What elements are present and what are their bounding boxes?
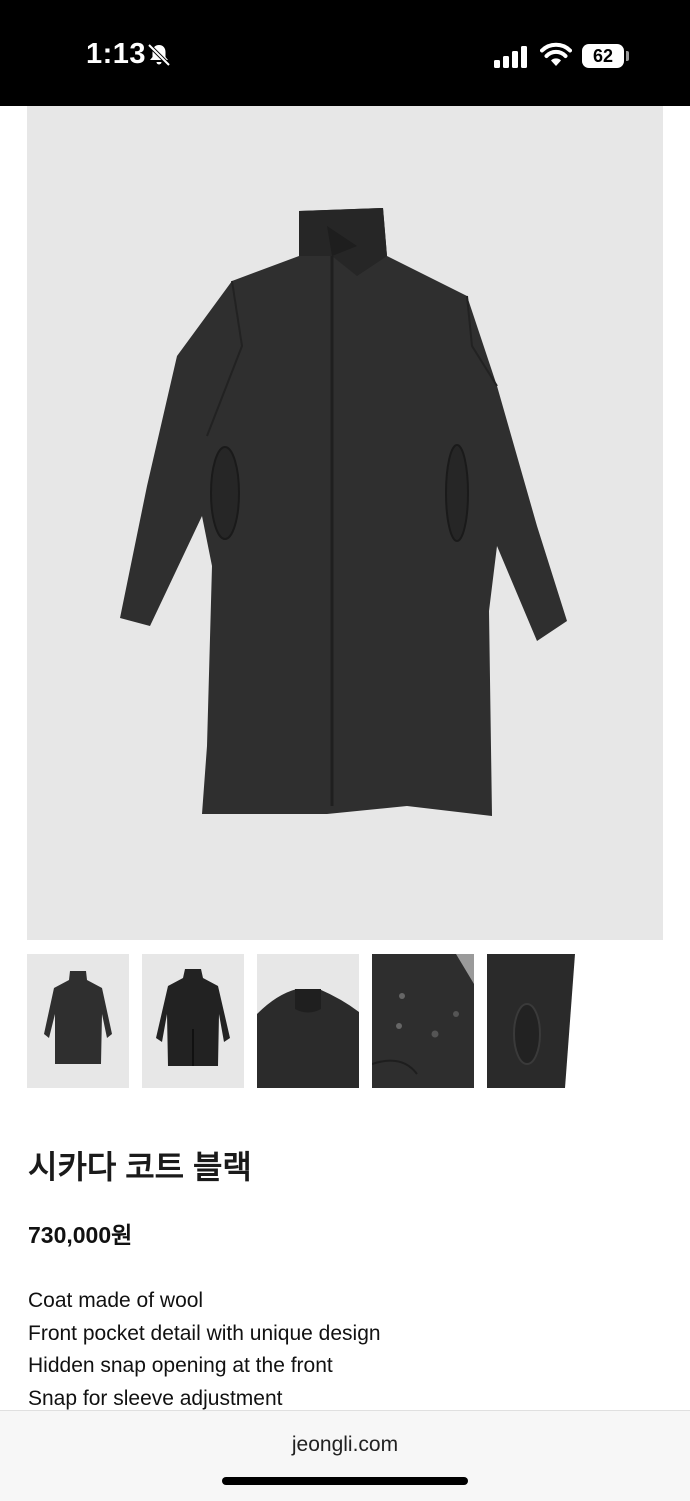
thumbnail-collar-detail[interactable] (257, 954, 359, 1088)
cellular-signal-icon (494, 46, 527, 68)
status-time: 1:13 (86, 38, 147, 70)
coat-illustration (120, 208, 567, 816)
battery-level: 62 (592, 46, 614, 66)
browser-url-bar[interactable]: jeongli.com (0, 1410, 690, 1501)
thumbnail-snap-detail[interactable] (372, 954, 474, 1088)
bell-muted-icon (147, 43, 171, 67)
thumbnail-back-view[interactable] (142, 954, 244, 1088)
product-title: 시카다 코트 블랙 (28, 1149, 252, 1185)
url-text[interactable]: jeongli.com (0, 1433, 690, 1457)
battery-icon: 62 (582, 44, 624, 68)
thumbnail-front-view[interactable] (27, 954, 129, 1088)
description-line: Coat made of wool (28, 1289, 204, 1312)
product-description: Coat made of wool Front pocket detail wi… (28, 1285, 381, 1415)
product-price: 730,000원 (28, 1222, 133, 1248)
thumbnail-pocket-detail[interactable] (487, 954, 589, 1088)
description-line: Front pocket detail with unique design (28, 1321, 381, 1345)
wifi-icon (540, 42, 572, 66)
home-indicator[interactable] (222, 1477, 468, 1485)
product-main-image[interactable] (27, 106, 663, 940)
status-bar: 1:13 62 (0, 0, 690, 106)
battery-nub (626, 51, 629, 61)
description-line: Hidden snap opening at the front (28, 1354, 333, 1377)
